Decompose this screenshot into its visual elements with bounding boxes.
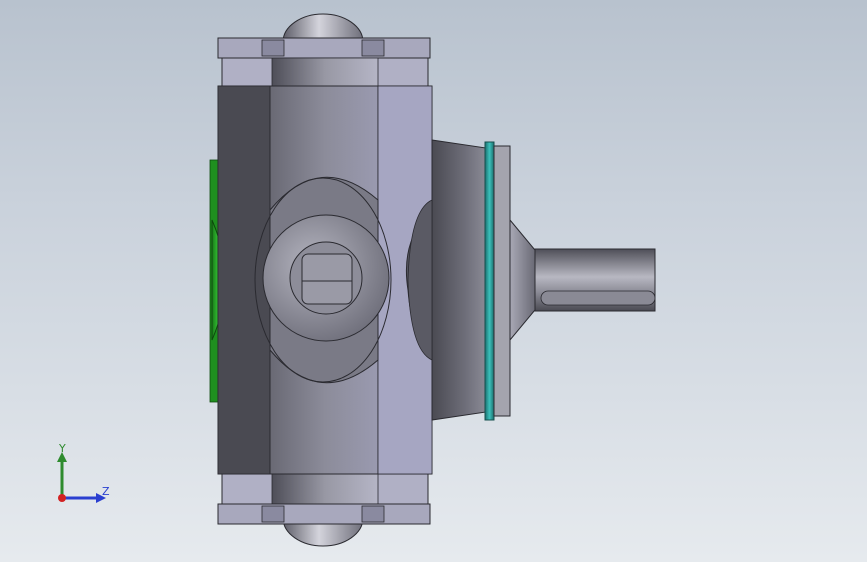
top-cap[interactable] — [217, 37, 431, 87]
z-axis-label: Z — [102, 485, 110, 498]
drive-shaft[interactable] — [534, 248, 656, 312]
bottom-cap[interactable] — [217, 473, 431, 525]
coordinate-triad: Y Z — [40, 440, 120, 510]
triad-axes — [57, 452, 106, 503]
flange-plate[interactable] — [493, 145, 511, 417]
y-axis-label: Y — [59, 442, 66, 455]
graphics-viewport[interactable]: Y Z — [0, 0, 867, 562]
x-axis-dot — [58, 494, 66, 502]
shaft-cone[interactable] — [509, 218, 536, 342]
pump-model[interactable] — [0, 0, 867, 562]
seal-ring[interactable] — [484, 141, 495, 421]
hex-fitting[interactable] — [262, 214, 390, 342]
